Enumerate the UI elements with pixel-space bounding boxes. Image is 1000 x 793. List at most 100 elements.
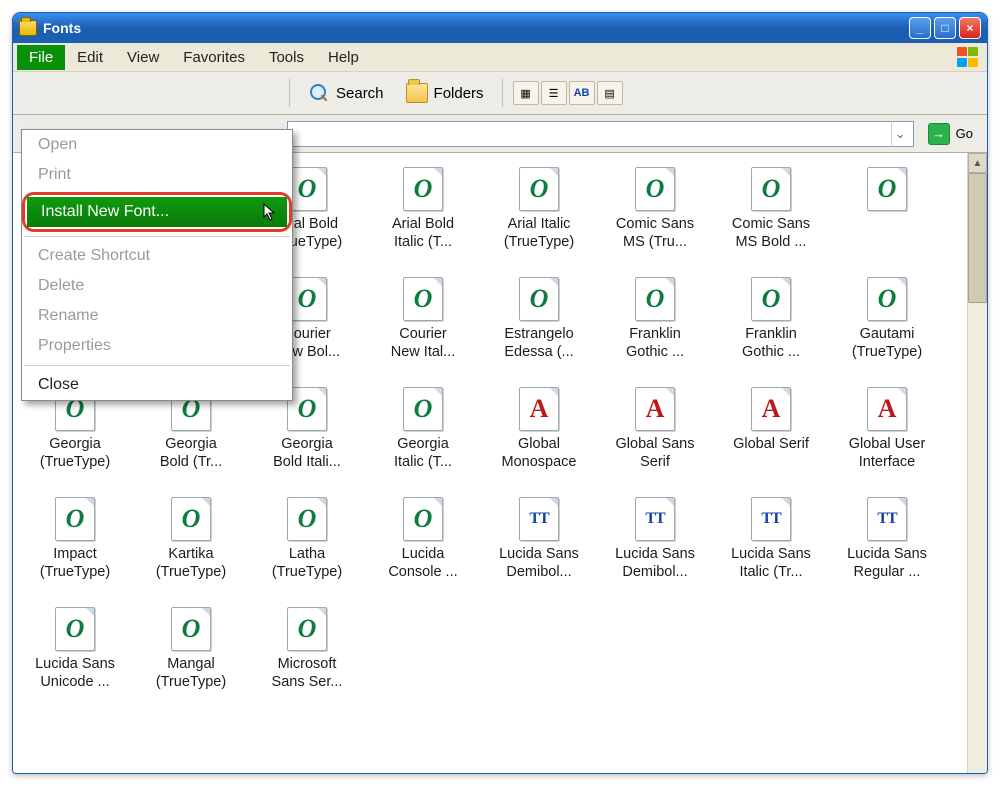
- font-item[interactable]: TTLucida SansDemibol...: [481, 491, 597, 601]
- minimize-button[interactable]: _: [909, 17, 931, 39]
- font-item[interactable]: OImpact(TrueType): [17, 491, 133, 601]
- font-item[interactable]: O Arial Italic(TrueType): [481, 161, 597, 271]
- go-label: Go: [956, 126, 973, 141]
- font-label: LucidaConsole ...: [388, 545, 457, 581]
- font-item[interactable]: O MicrosoftSans Ser...: [249, 601, 365, 711]
- font-item[interactable]: O: [829, 161, 945, 271]
- font-file-icon: A: [635, 387, 675, 431]
- font-label: MicrosoftSans Ser...: [272, 655, 343, 691]
- font-label: GeorgiaItalic (T...: [394, 435, 452, 471]
- font-item[interactable]: OFranklinGothic ...: [713, 271, 829, 381]
- menu-item-open: Open: [22, 130, 292, 160]
- menu-favorites[interactable]: Favorites: [171, 45, 257, 70]
- menu-view[interactable]: View: [115, 45, 171, 70]
- font-label: Lucida SansDemibol...: [499, 545, 579, 581]
- view-large-icons-button[interactable]: ▦: [513, 81, 539, 105]
- font-item[interactable]: OLucidaConsole ...: [365, 491, 481, 601]
- font-item[interactable]: OFranklinGothic ...: [597, 271, 713, 381]
- fonts-window: Fonts _ □ × FileEditViewFavoritesToolsHe…: [12, 12, 988, 774]
- font-label: Lucida SansUnicode ...: [35, 655, 115, 691]
- address-dropdown-icon[interactable]: ⌄: [891, 123, 909, 145]
- go-button[interactable]: → Go: [922, 120, 979, 148]
- font-label: Georgia(TrueType): [40, 435, 110, 471]
- search-button[interactable]: Search: [300, 78, 392, 108]
- font-item[interactable]: O Comic SansMS (Tru...: [597, 161, 713, 271]
- font-item[interactable]: OArial BoldItalic (T...: [365, 161, 481, 271]
- font-item[interactable]: AGlobal UserInterface: [829, 381, 945, 491]
- font-item[interactable]: A Global SansSerif: [597, 381, 713, 491]
- menu-item-rename: Rename: [22, 301, 292, 331]
- font-item[interactable]: TT Lucida SansDemibol...: [597, 491, 713, 601]
- font-file-icon: O: [867, 277, 907, 321]
- font-item[interactable]: TT Lucida SansRegular ...: [829, 491, 945, 601]
- font-item[interactable]: OKartika(TrueType): [133, 491, 249, 601]
- font-file-icon: O: [635, 167, 675, 211]
- font-file-icon: O: [287, 607, 327, 651]
- font-label: Lucida SansDemibol...: [615, 545, 695, 581]
- font-file-icon: O: [751, 277, 791, 321]
- scroll-thumb[interactable]: [968, 173, 987, 303]
- font-item[interactable]: OComic SansMS Bold ...: [713, 161, 829, 271]
- menu-item-install-new-font[interactable]: Install New Font...: [27, 197, 287, 227]
- menu-item-delete: Delete: [22, 271, 292, 301]
- font-label: Lucida SansItalic (Tr...: [731, 545, 811, 581]
- menu-edit[interactable]: Edit: [65, 45, 115, 70]
- maximize-button[interactable]: □: [934, 17, 956, 39]
- font-label: Mangal(TrueType): [156, 655, 226, 691]
- font-file-icon: O: [287, 277, 327, 321]
- menu-file[interactable]: File: [17, 45, 65, 70]
- font-file-icon: O: [171, 497, 211, 541]
- close-button[interactable]: ×: [959, 17, 981, 39]
- toolbar-separator: [502, 79, 503, 107]
- font-file-icon: TT: [751, 497, 791, 541]
- font-file-icon: TT: [635, 497, 675, 541]
- font-label: Comic SansMS Bold ...: [732, 215, 810, 251]
- font-item[interactable]: O Lucida SansUnicode ...: [17, 601, 133, 711]
- font-label: FranklinGothic ...: [626, 325, 684, 361]
- font-label: Global SansSerif: [616, 435, 695, 471]
- menu-separator: [24, 236, 290, 237]
- windows-logo-icon: [955, 45, 983, 69]
- font-item[interactable]: OCourierNew Ital...: [365, 271, 481, 381]
- view-details-button[interactable]: ▤: [597, 81, 623, 105]
- font-item[interactable]: AGlobalMonospace: [481, 381, 597, 491]
- font-item[interactable]: O EstrangeloEdessa (...: [481, 271, 597, 381]
- titlebar: Fonts _ □ ×: [13, 13, 987, 43]
- vertical-scrollbar[interactable]: ▲: [967, 153, 987, 773]
- font-label: GeorgiaBold (Tr...: [160, 435, 222, 471]
- view-list-button[interactable]: ☰: [541, 81, 567, 105]
- address-input[interactable]: [292, 125, 891, 143]
- install-new-font-highlight: Install New Font...: [22, 192, 292, 232]
- font-label: Global UserInterface: [849, 435, 926, 471]
- cursor-icon: [263, 203, 279, 223]
- font-label: GeorgiaBold Itali...: [273, 435, 341, 471]
- font-label: Lucida SansRegular ...: [847, 545, 927, 581]
- font-item[interactable]: OGeorgiaItalic (T...: [365, 381, 481, 491]
- font-file-icon: O: [519, 167, 559, 211]
- font-label: CourierNew Ital...: [391, 325, 455, 361]
- scroll-up-arrow-icon[interactable]: ▲: [968, 153, 987, 173]
- font-item[interactable]: TT Lucida SansItalic (Tr...: [713, 491, 829, 601]
- font-item[interactable]: OGautami(TrueType): [829, 271, 945, 381]
- folders-label: Folders: [434, 85, 484, 102]
- menu-item-close[interactable]: Close: [22, 370, 292, 400]
- menu-help[interactable]: Help: [316, 45, 371, 70]
- view-similarity-button[interactable]: AB: [569, 81, 595, 105]
- folders-button[interactable]: Folders: [398, 78, 492, 108]
- menu-item-properties: Properties: [22, 331, 292, 361]
- font-item[interactable]: AGlobal Serif: [713, 381, 829, 491]
- font-file-icon: O: [519, 277, 559, 321]
- folders-icon: [406, 82, 428, 104]
- font-label: Arial Italic(TrueType): [504, 215, 574, 251]
- window-title: Fonts: [43, 20, 81, 36]
- font-file-icon: O: [55, 607, 95, 651]
- font-file-icon: TT: [867, 497, 907, 541]
- font-label: Comic SansMS (Tru...: [616, 215, 694, 251]
- menu-tools[interactable]: Tools: [257, 45, 316, 70]
- font-item[interactable]: OLatha(TrueType): [249, 491, 365, 601]
- address-field-wrap[interactable]: ⌄: [287, 121, 914, 147]
- font-label: EstrangeloEdessa (...: [504, 325, 573, 361]
- menu-separator: [24, 365, 290, 366]
- font-item[interactable]: OMangal(TrueType): [133, 601, 249, 711]
- font-file-icon: O: [287, 167, 327, 211]
